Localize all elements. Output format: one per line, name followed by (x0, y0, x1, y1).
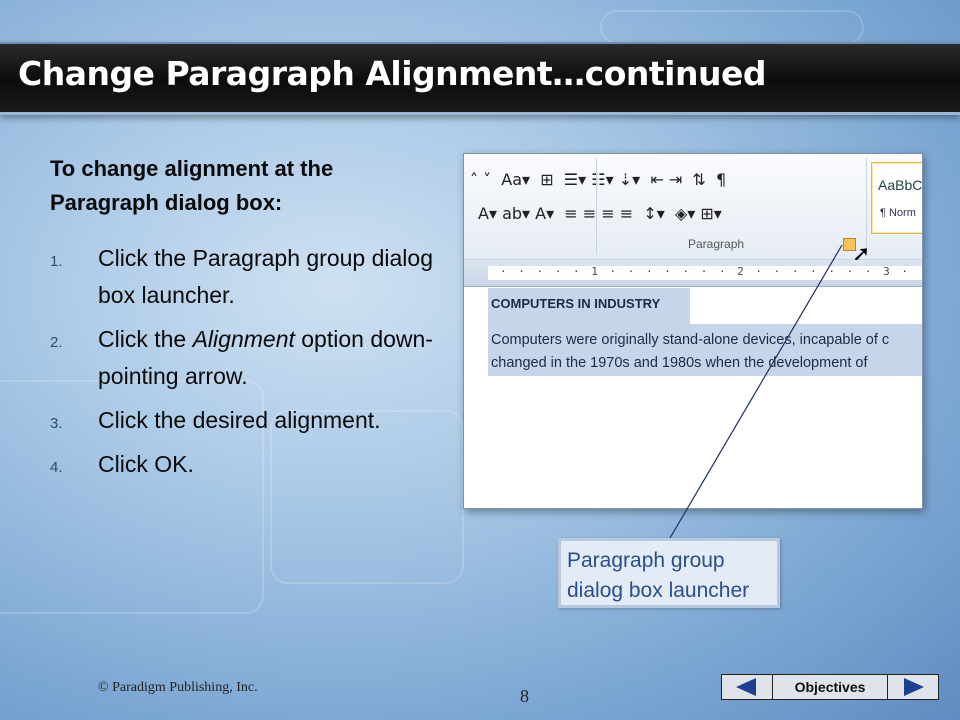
document-line: Computers were originally stand-alone de… (491, 332, 890, 348)
callout-line: Paragraph group (567, 549, 725, 572)
ribbon-row-top: ˄ ˅ Aa▾ ⊞ ☰▾ ☷▾ ⇣▾ ⇤ ⇥ ⇅ ¶ (470, 169, 727, 189)
title-bar: Change Paragraph Alignment…continued (0, 42, 960, 115)
triangle-left-icon (736, 678, 756, 696)
style-name: ¶ Norm (880, 207, 916, 219)
step-item: 2. Click the Alignment option down-point… (50, 321, 445, 395)
step-item: 4. Click OK. (50, 446, 445, 483)
previous-button[interactable] (721, 674, 773, 700)
step-text: Click the Paragraph group dialog box lau… (98, 245, 433, 308)
step-item: 3. Click the desired alignment. (50, 402, 445, 439)
step-text-italic: Alignment (192, 326, 295, 352)
step-number: 2. (50, 334, 63, 351)
step-text: Click OK. (98, 451, 194, 477)
ruler: · · · · · 1 · · · · · · · 2 · · · · · · … (464, 260, 922, 287)
ribbon: ˄ ˅ Aa▾ ⊞ ☰▾ ☷▾ ⇣▾ ⇤ ⇥ ⇅ ¶ A▾ ab▾ A▾ ≡ ≡… (464, 154, 923, 266)
paragraph-group-label: Paragraph (688, 237, 745, 251)
triangle-right-icon (904, 678, 924, 696)
step-number: 3. (50, 415, 63, 432)
callout-box: Paragraph group dialog box launcher (558, 538, 780, 608)
step-item: 1. Click the Paragraph group dialog box … (50, 240, 445, 314)
step-number: 4. (50, 459, 63, 476)
step-number: 1. (50, 253, 63, 270)
callout-line: dialog box launcher (567, 579, 750, 602)
style-sample: AaBbC (878, 177, 923, 193)
step-text-before: Click the (98, 326, 193, 352)
slide-navigation: Objectives (721, 674, 939, 700)
slide-title: Change Paragraph Alignment…continued (18, 54, 766, 93)
next-button[interactable] (887, 674, 939, 700)
page-number: 8 (520, 686, 529, 706)
steps-list: 1. Click the Paragraph group dialog box … (50, 240, 445, 490)
objectives-button[interactable]: Objectives (773, 674, 887, 700)
styles-gallery[interactable]: AaBbC ¶ Norm (871, 162, 923, 234)
ruler-marks: · · · · · 1 · · · · · · · 2 · · · · · · … (500, 265, 922, 278)
ribbon-divider (866, 158, 867, 254)
intro-text: To change alignment at the Paragraph dia… (50, 156, 334, 215)
background-decoration (600, 10, 864, 44)
copyright: © Paradigm Publishing, Inc. (98, 680, 258, 695)
callout-text: Paragraph group dialog box launcher (567, 546, 749, 606)
step-text: Click the desired alignment. (98, 407, 381, 433)
document-line: changed in the 1970s and 1980s when the … (491, 355, 868, 371)
document-heading: COMPUTERS IN INDUSTRY (491, 296, 661, 311)
ribbon-divider (596, 158, 597, 254)
ribbon-row-bottom: A▾ ab▾ A▾ ≡ ≡ ≡ ≡ ↕▾ ◈▾ ⊞▾ (478, 203, 722, 223)
word-screenshot: ˄ ˅ Aa▾ ⊞ ☰▾ ☷▾ ⇣▾ ⇤ ⇥ ⇅ ¶ A▾ ab▾ A▾ ≡ ≡… (463, 153, 923, 509)
